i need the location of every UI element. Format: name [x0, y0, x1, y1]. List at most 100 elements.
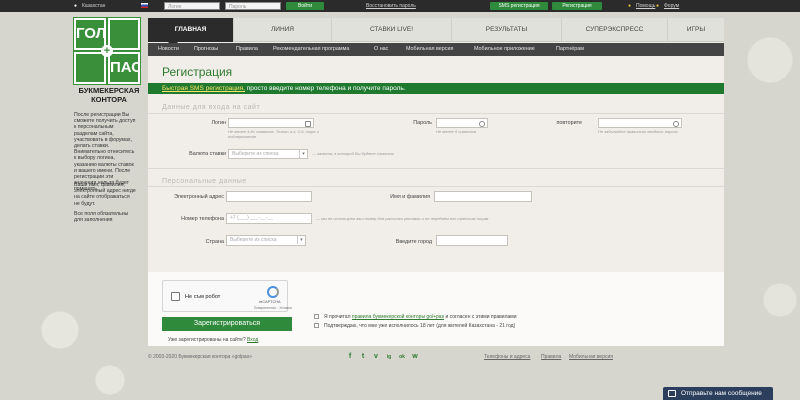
- sms-banner-text: просто введите номер телефона и получите…: [244, 85, 406, 92]
- subnav-referral[interactable]: Рекомендательная программа: [273, 43, 349, 56]
- login-button[interactable]: Войти: [286, 2, 324, 10]
- chat-icon: [668, 390, 676, 397]
- tab-main[interactable]: ГЛАВНАЯ: [148, 18, 234, 47]
- age-agreement: Подтверждаю, что мне уже исполнилось 18 …: [324, 323, 516, 329]
- registration-card: ГЛАВНАЯ ЛИНИЯ СТАВКИ LIVE! РЕЗУЛЬТАТЫ СУ…: [148, 18, 724, 346]
- forum-icon[interactable]: ●: [656, 2, 659, 10]
- keyboard-icon[interactable]: [305, 120, 311, 127]
- sms-register-link[interactable]: Быстрая SMS регистрация,: [162, 85, 245, 92]
- logo-cell-bottom-left: [73, 51, 107, 85]
- subnav-about[interactable]: О нас: [374, 43, 388, 56]
- login-field[interactable]: [228, 118, 314, 128]
- phone-label: Номер телефона: [181, 216, 224, 222]
- rules-link[interactable]: правила букмекерской конторы gol+pas: [352, 314, 444, 320]
- password-field[interactable]: [436, 118, 488, 128]
- twitter-icon[interactable]: t: [359, 353, 367, 361]
- login-section-title: Данные для входа на сайт: [162, 104, 261, 111]
- globe-icon[interactable]: ●: [74, 2, 77, 10]
- footer-mobile-link[interactable]: Мобильная версия: [569, 353, 613, 361]
- recaptcha-brand: reCAPTCHA: [259, 300, 281, 304]
- subnav-news[interactable]: Новости: [158, 43, 179, 56]
- logo[interactable]: ГОЛ ПАС +: [73, 17, 142, 85]
- login-input[interactable]: Логин: [164, 2, 220, 10]
- subnav-mobile-app[interactable]: Мобильное приложение: [474, 43, 535, 56]
- footer-rules-link[interactable]: Правила: [541, 353, 561, 361]
- password-hint: Не менее 6 символов: [436, 129, 476, 134]
- restore-password-link[interactable]: Восстановить пароль: [366, 2, 416, 10]
- currency-select[interactable]: Выберите из списка ▾: [228, 149, 308, 159]
- eye-icon[interactable]: [673, 120, 679, 127]
- password-input[interactable]: Пароль: [225, 2, 281, 10]
- register-button-top[interactable]: Регистрация: [552, 2, 602, 10]
- help-link[interactable]: Помощь: [636, 2, 655, 10]
- login-hint: Не менее 4-ёх символов. Только a-z, 0-9,…: [228, 129, 319, 139]
- phone-field[interactable]: +7 (___) ___-__-__: [226, 213, 312, 224]
- age-checkbox[interactable]: [314, 323, 319, 328]
- chat-button[interactable]: Отправьте нам сообщение: [663, 387, 773, 400]
- flag-icon[interactable]: [141, 3, 148, 8]
- chevron-down-icon: ▾: [297, 236, 305, 244]
- repeat-password-field[interactable]: [598, 118, 682, 128]
- password-label: Пароль: [413, 120, 432, 126]
- name-label: Имя и фамилия: [390, 194, 430, 200]
- tab-line[interactable]: ЛИНИЯ: [234, 18, 332, 42]
- country-selector[interactable]: Казахстан: [82, 2, 105, 10]
- currency-hint: — валюта, в которой Вы будете ставить: [312, 151, 395, 156]
- recaptcha-terms[interactable]: Поверителност - Условия: [254, 306, 294, 311]
- top-bar: ● Казахстан Логин Пароль Войти Восстанов…: [0, 0, 800, 12]
- repeat-password-label: повторите: [556, 120, 582, 126]
- login-label: Логин: [211, 120, 227, 126]
- city-label: Введите город: [395, 239, 432, 245]
- already-registered: Уже зарегистрированы на сайте? Вход: [168, 337, 258, 343]
- email-field[interactable]: [226, 191, 312, 202]
- recaptcha-widget: Не съм робот reCAPTCHA Поверителност - У…: [162, 280, 292, 312]
- city-field[interactable]: [436, 235, 508, 246]
- currency-select-value: Выберите из списка: [232, 151, 279, 157]
- country-select-value: Выберите из списка: [230, 237, 277, 243]
- tab-results[interactable]: РЕЗУЛЬТАТЫ: [452, 18, 562, 42]
- sms-register-button[interactable]: SMS регистрация: [490, 2, 548, 10]
- logo-subtitle-line1: БУКМЕКЕРСКАЯ: [78, 86, 140, 95]
- odnoklassniki-icon[interactable]: ok: [398, 353, 406, 361]
- register-button[interactable]: Зарегистрироваться: [162, 317, 292, 331]
- country-label: Страна: [205, 239, 224, 245]
- login-link[interactable]: Вход: [247, 337, 258, 343]
- tab-superexpress[interactable]: СУПЕРЭКСПРЕСС: [562, 18, 668, 42]
- rules-checkbox[interactable]: [314, 314, 319, 319]
- whatsapp-icon[interactable]: w: [411, 353, 419, 361]
- subnav-rules[interactable]: Правила: [236, 43, 258, 56]
- personal-section-title: Персональные данные: [162, 178, 247, 185]
- copyright: © 2003-2020 Букмекерская контора «golpas…: [148, 354, 252, 360]
- logo-subtitle: БУКМЕКЕРСКАЯ КОНТОРА: [70, 86, 148, 104]
- phone-hint: — мы не используем ваш номер для рассылк…: [316, 216, 489, 221]
- main-nav: ГЛАВНАЯ ЛИНИЯ СТАВКИ LIVE! РЕЗУЛЬТАТЫ СУ…: [148, 18, 724, 47]
- subnav-partners[interactable]: Партнёрам: [556, 43, 584, 56]
- vk-icon[interactable]: v: [372, 353, 380, 361]
- forum-link[interactable]: Форум: [664, 2, 679, 10]
- subnav-mobile-version[interactable]: Мобильная версия: [406, 43, 453, 56]
- divider: [148, 168, 724, 169]
- logo-cell-top-right: [107, 17, 141, 51]
- logo-plus: +: [101, 45, 113, 57]
- tab-live[interactable]: СТАВКИ LIVE!: [332, 18, 452, 42]
- currency-label: Валюта ставки: [189, 151, 226, 157]
- chat-button-label: Отправьте нам сообщение: [681, 390, 762, 397]
- subnav-predictions[interactable]: Прогнозы: [194, 43, 218, 56]
- sidebar-required-text: Все поля обязательны для заполнения: [74, 211, 129, 224]
- sidebar-privacy-text: Ваши имя, фамилия, электронный адрес ниг…: [74, 182, 136, 207]
- already-registered-text: Уже зарегистрированы на сайте?: [168, 337, 246, 343]
- sub-nav: Новости Прогнозы Правила Рекомендательна…: [148, 43, 724, 56]
- instagram-icon[interactable]: ig: [385, 353, 393, 361]
- sms-banner: Быстрая SMS регистрация, просто введите …: [148, 83, 724, 94]
- help-icon[interactable]: ●: [628, 2, 631, 10]
- tab-games[interactable]: ИГРЫ: [668, 18, 724, 42]
- footer-contacts-link[interactable]: Телефоны и адреса: [484, 353, 530, 361]
- name-field[interactable]: [434, 191, 532, 202]
- logo-cell-pas: ПАС: [107, 51, 142, 85]
- recaptcha-checkbox[interactable]: [171, 292, 180, 301]
- divider: [148, 186, 724, 187]
- facebook-icon[interactable]: f: [346, 353, 354, 361]
- logo-cell-gol: ГОЛ: [73, 17, 107, 51]
- country-select[interactable]: Выберите из списка ▾: [226, 235, 306, 246]
- eye-icon[interactable]: [479, 120, 485, 127]
